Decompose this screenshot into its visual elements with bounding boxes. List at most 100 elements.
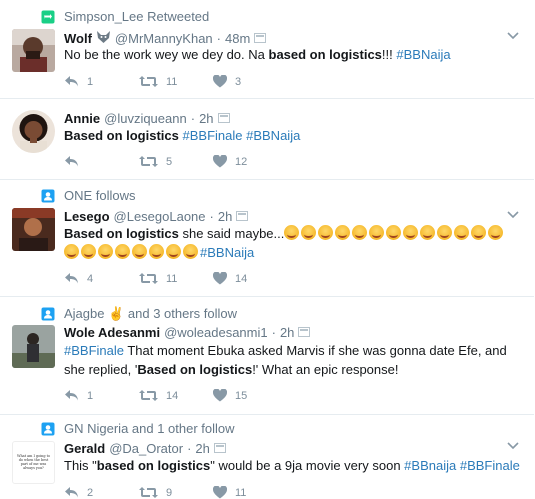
retweet-count: 11	[166, 75, 178, 88]
follow-context: ONE follows	[41, 188, 136, 203]
avatar[interactable]	[12, 208, 55, 251]
tweet-text: Based on logistics she said maybe... #BBN…	[64, 224, 520, 262]
reply-icon	[65, 76, 78, 87]
media-icon	[236, 209, 249, 224]
smiling-face-emoji-icon	[335, 225, 351, 240]
retweet-action[interactable]: 9	[139, 486, 213, 499]
avatar[interactable]	[12, 110, 55, 153]
hashtag-link[interactable]: #BBFinale	[183, 128, 243, 143]
timestamp[interactable]: 2h	[195, 441, 209, 456]
context-label[interactable]: GN Nigeria and 1 other follow	[64, 421, 235, 436]
timestamp[interactable]: 2h	[218, 209, 232, 224]
like-action[interactable]: 11	[213, 486, 246, 499]
like-action[interactable]: 12	[213, 155, 247, 168]
smiling-face-emoji-icon	[98, 244, 113, 259]
retweet-count: 5	[166, 155, 173, 168]
reply-count: 1	[87, 389, 94, 402]
display-name[interactable]: Wole Adesanmi	[64, 325, 160, 340]
user-handle[interactable]: @Da_Orator	[109, 441, 183, 456]
smiling-face-emoji-icon	[437, 225, 453, 240]
timestamp[interactable]: 48m	[225, 31, 250, 46]
context-label[interactable]: Simpson_Lee Retweeted	[64, 9, 209, 24]
like-count: 12	[235, 155, 248, 168]
tweet[interactable]: Simpson_Lee Retweeted Wolf @MrMannyKhan …	[0, 0, 534, 99]
smiling-face-emoji-icon	[318, 225, 334, 240]
context-label[interactable]: Ajagbe ✌ and 3 others follow	[64, 306, 237, 322]
hashtag-link[interactable]: #BBNaija	[246, 128, 300, 143]
user-handle[interactable]: @woleadesanmi1	[164, 325, 268, 340]
like-action[interactable]: 15	[213, 389, 247, 402]
media-icon	[213, 441, 226, 456]
like-action[interactable]: 14	[213, 272, 247, 285]
text-span: This "	[64, 458, 97, 473]
like-count: 14	[235, 272, 248, 285]
user-handle[interactable]: @LesegoLaone	[114, 209, 206, 224]
avatar[interactable]: What am I going to do when the best part…	[12, 441, 55, 484]
display-name[interactable]: Gerald	[64, 441, 105, 456]
display-name[interactable]: Lesego	[64, 209, 110, 224]
retweet-icon	[139, 273, 158, 284]
retweet-action[interactable]: 11	[139, 272, 213, 285]
tweet[interactable]: ONE follows Lesego @LesegoLaone · 2h Bas…	[0, 180, 534, 297]
smiling-face-emoji-icon	[132, 244, 147, 259]
reply-action[interactable]: 1	[64, 389, 139, 402]
reply-action[interactable]: 2	[64, 486, 139, 499]
chevron-down-icon[interactable]	[506, 30, 520, 40]
smiling-face-emoji-icon	[488, 225, 504, 240]
reply-action[interactable]: 4	[64, 272, 139, 285]
tweet-header: Gerald @Da_Orator · 2h	[64, 441, 226, 456]
highlighted-phrase: Based on logistics	[137, 362, 253, 377]
like-count: 15	[235, 389, 248, 402]
tweet-text: #BBFinale That moment Ebuka asked Marvis…	[64, 341, 524, 379]
smiling-face-emoji-icon	[81, 244, 96, 259]
user-handle[interactable]: @luvziqueann	[104, 111, 187, 126]
smiling-face-emoji-icon	[183, 244, 198, 259]
timestamp[interactable]: 2h	[280, 325, 294, 340]
chevron-down-icon[interactable]	[506, 209, 520, 219]
retweet-icon	[139, 76, 158, 87]
tweet[interactable]: GN Nigeria and 1 other follow What am I …	[0, 415, 534, 499]
person-follow-icon	[41, 307, 55, 321]
heart-icon	[213, 389, 227, 402]
like-action[interactable]: 3	[213, 75, 241, 88]
display-name[interactable]: Wolf	[64, 31, 92, 46]
separator-dot: ·	[271, 325, 276, 340]
retweet-action[interactable]: 5	[139, 155, 213, 168]
smiling-face-emoji-icon	[454, 225, 470, 240]
avatar[interactable]	[12, 29, 55, 72]
media-icon	[254, 31, 267, 46]
retweet-action[interactable]: 11	[139, 75, 213, 88]
avatar[interactable]	[12, 325, 55, 368]
display-name[interactable]: Annie	[64, 111, 100, 126]
reply-count: 1	[87, 75, 94, 88]
hashtag-link[interactable]: #BBFinale	[64, 343, 124, 358]
hashtag-link[interactable]: #BBNaija	[200, 245, 254, 260]
hashtag-link[interactable]: #BBnaija	[404, 458, 456, 473]
retweet-icon	[139, 390, 158, 401]
retweet-action[interactable]: 14	[139, 389, 213, 402]
retweet-icon	[139, 156, 158, 167]
follow-context: Ajagbe ✌ and 3 others follow	[41, 306, 237, 322]
tweet[interactable]: Annie @luvziqueann · 2h Based on logisti…	[0, 99, 534, 180]
avatar-quote-text: What am I going to do when the best part…	[17, 454, 50, 470]
text-span: No be the work wey we dey do. Na	[64, 47, 269, 62]
tweet-text: This "based on logistics" would be a 9ja…	[64, 456, 524, 475]
highlighted-phrase: Based on logistics	[64, 226, 179, 241]
context-label[interactable]: ONE follows	[64, 188, 136, 203]
timestamp[interactable]: 2h	[199, 111, 213, 126]
separator-dot: ·	[187, 441, 192, 456]
reply-icon	[65, 487, 78, 498]
chevron-down-icon[interactable]	[506, 440, 520, 450]
reply-action[interactable]: 1	[64, 75, 139, 88]
hashtag-link[interactable]: #BBFinale	[460, 458, 520, 473]
hashtag-link[interactable]: #BBNaija	[396, 47, 450, 62]
smiling-face-emoji-icon	[166, 244, 181, 259]
highlighted-phrase: based on logistics	[268, 47, 382, 62]
tweet-actions: 1 11 3	[64, 75, 241, 88]
reply-action[interactable]	[64, 155, 139, 168]
user-handle[interactable]: @MrMannyKhan	[115, 31, 213, 46]
text-span: !!!	[381, 47, 397, 62]
tweet[interactable]: Ajagbe ✌ and 3 others follow Wole Adesan…	[0, 297, 534, 415]
smiling-face-emoji-icon	[301, 225, 317, 240]
separator-dot: ·	[216, 31, 222, 46]
